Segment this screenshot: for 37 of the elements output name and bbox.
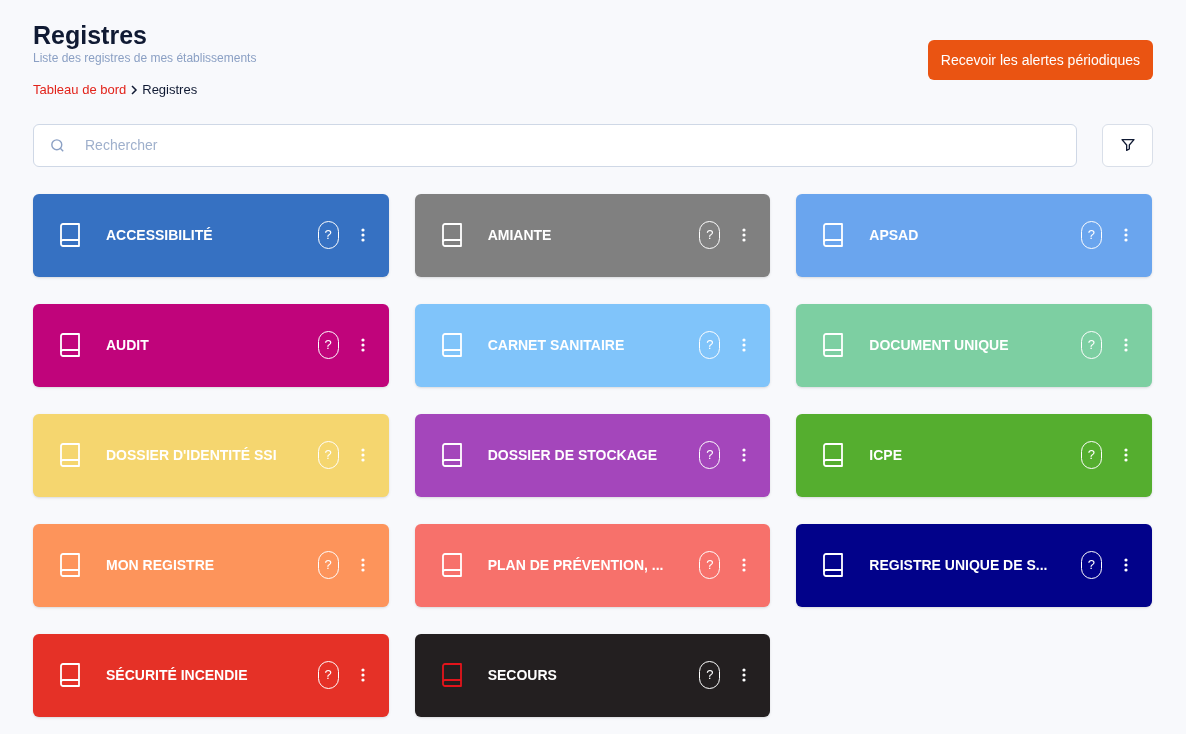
register-name: AUDIT bbox=[106, 335, 150, 355]
page-subtitle: Liste des registres de mes établissements bbox=[33, 50, 257, 66]
register-name: DOSSIER DE STOCKAGE bbox=[487, 445, 658, 465]
register-name: DOSSIER D'IDENTITÉ SSI bbox=[106, 445, 278, 465]
register-name: MON REGISTRE bbox=[106, 555, 216, 575]
register-card[interactable]: REGISTRE UNIQUE DE S... ? bbox=[796, 523, 1152, 607]
register-card[interactable]: SÉCURITÉ INCENDIE ? bbox=[33, 633, 389, 717]
register-name: APSAD bbox=[869, 225, 920, 245]
register-name: ACCESSIBILITÉ bbox=[106, 225, 214, 245]
search-field[interactable]: Rechercher bbox=[33, 123, 1077, 167]
register-card[interactable]: DOSSIER DE STOCKAGE ? bbox=[414, 413, 771, 497]
chevron-right-icon bbox=[130, 84, 139, 95]
more-vertical-icon[interactable] bbox=[742, 668, 747, 682]
register-card[interactable]: SECOURS ? bbox=[414, 633, 771, 717]
register-card[interactable]: MON REGISTRE ? bbox=[33, 523, 389, 607]
register-card[interactable]: AMIANTE ? bbox=[414, 193, 771, 277]
filter-button[interactable] bbox=[1102, 123, 1153, 167]
page-title: Registres bbox=[33, 20, 148, 50]
register-name: REGISTRE UNIQUE DE S... bbox=[869, 555, 1049, 575]
register-name: ICPE bbox=[869, 445, 903, 465]
breadcrumb-link[interactable]: Tableau de bord bbox=[33, 80, 127, 100]
more-vertical-icon[interactable] bbox=[1124, 558, 1128, 572]
register-name: SECOURS bbox=[487, 665, 558, 685]
register-name: CARNET SANITAIRE bbox=[487, 335, 626, 355]
register-name: AMIANTE bbox=[487, 225, 553, 245]
breadcrumb-current: Registres bbox=[142, 81, 198, 99]
register-card[interactable]: PLAN DE PRÉVENTION, ... ? bbox=[414, 523, 771, 607]
alerts-button[interactable]: Recevoir les alertes périodiques bbox=[927, 40, 1153, 80]
filter-icon bbox=[1119, 137, 1136, 153]
register-name: SÉCURITÉ INCENDIE bbox=[106, 665, 249, 685]
register-card[interactable]: AUDIT ? bbox=[33, 303, 389, 387]
register-card[interactable]: ICPE ? bbox=[796, 413, 1152, 497]
search-icon bbox=[49, 136, 66, 154]
register-card[interactable]: APSAD ? bbox=[796, 193, 1152, 277]
register-name: PLAN DE PRÉVENTION, ... bbox=[487, 555, 665, 575]
register-name: DOCUMENT UNIQUE bbox=[869, 335, 1010, 355]
register-card[interactable]: ACCESSIBILITÉ ? bbox=[33, 193, 389, 277]
